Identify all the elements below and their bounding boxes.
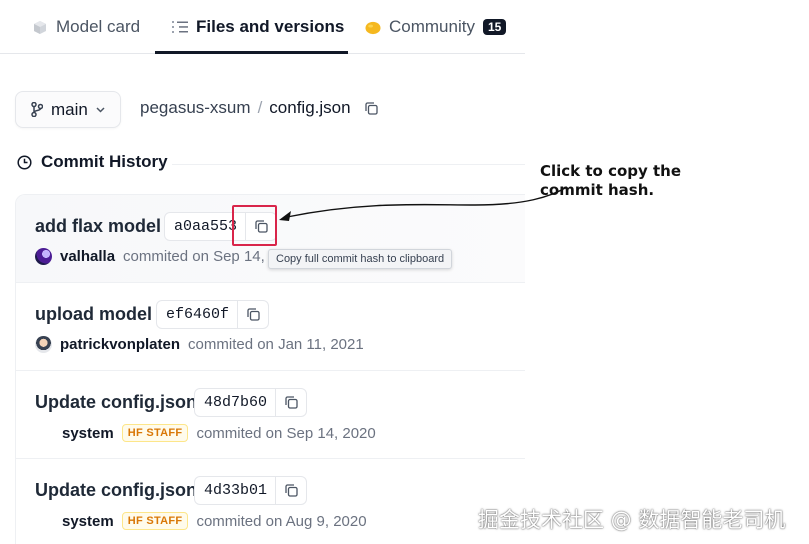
- repo-tabs: Model card Files and versions Community …: [0, 0, 525, 54]
- copy-hash-button[interactable]: [238, 301, 268, 328]
- tab-model-card[interactable]: Model card: [32, 0, 140, 54]
- commit-author[interactable]: system: [62, 513, 114, 530]
- copy-path-icon[interactable]: [364, 100, 380, 116]
- commit-row: Update config.json 4d33b01 system HF STA…: [16, 459, 525, 544]
- commit-author-row: system HF STAFF commited on Sep 14, 2020: [62, 424, 376, 442]
- active-tab-indicator: [155, 51, 348, 54]
- breadcrumb-separator: /: [257, 98, 263, 117]
- copy-icon: [284, 484, 298, 497]
- commit-hash[interactable]: 4d33b01: [195, 477, 277, 504]
- commit-hash[interactable]: 48d7b60: [195, 389, 277, 416]
- tab-community[interactable]: Community 15: [365, 0, 507, 54]
- breadcrumb-repo[interactable]: pegasus-xsum: [140, 98, 251, 118]
- commit-list: add flax model a0aa553 valhalla commited…: [15, 194, 525, 544]
- avatar: [35, 248, 52, 265]
- tab-files-and-versions[interactable]: Files and versions: [172, 0, 344, 54]
- commit-author[interactable]: valhalla: [60, 248, 115, 265]
- tab-model-card-label: Model card: [56, 17, 141, 36]
- branch-icon: [31, 102, 43, 117]
- commit-author[interactable]: system: [62, 425, 114, 442]
- commit-author-row: patrickvonplaten commited on Jan 11, 202…: [35, 336, 364, 353]
- commit-hash-box: 4d33b01: [194, 476, 308, 505]
- avatar: [35, 336, 52, 353]
- breadcrumb: pegasus-xsum / config.json: [140, 98, 380, 118]
- commit-title[interactable]: upload model: [35, 304, 152, 325]
- commit-author-row: system HF STAFF commited on Aug 9, 2020: [62, 512, 367, 530]
- chevron-down-icon: [96, 106, 105, 113]
- copy-button-highlight: [232, 205, 277, 246]
- copy-icon: [246, 308, 260, 321]
- community-icon: [365, 19, 381, 35]
- breadcrumb-file: config.json: [269, 98, 351, 117]
- commit-date: commited on Aug 9, 2020: [196, 512, 367, 530]
- commit-title[interactable]: Update config.json: [35, 480, 197, 501]
- annotation-line-1: Click to copy the: [540, 162, 682, 180]
- tab-files-label: Files and versions: [196, 17, 345, 36]
- clock-icon: [17, 154, 32, 170]
- commit-row: Update config.json 48d7b60 system HF STA…: [16, 371, 525, 459]
- commit-date: commited on Sep 14, 2020: [196, 424, 376, 442]
- branch-label: main: [51, 99, 88, 119]
- annotation-line-2: commit hash.: [540, 181, 655, 199]
- watermark: 掘金技术社区 @ 数据智能老司机: [478, 508, 786, 532]
- commit-date: commited on Jan 11, 2021: [188, 336, 364, 353]
- commit-hash-box: 48d7b60: [194, 388, 308, 417]
- commit-date: commited on Sep 14, 2: [123, 248, 278, 265]
- copy-hash-button[interactable]: [276, 389, 306, 416]
- community-count-badge: 15: [482, 19, 507, 35]
- commit-author[interactable]: patrickvonplaten: [60, 336, 180, 353]
- commit-history-title: Commit History: [41, 152, 168, 171]
- commit-history-header: Commit History: [17, 152, 168, 172]
- commit-hash-box: ef6460f: [156, 300, 270, 329]
- files-icon: [172, 19, 188, 35]
- hf-staff-badge: HF STAFF: [121, 424, 189, 442]
- commit-hash[interactable]: ef6460f: [157, 301, 239, 328]
- commit-author-row: valhalla commited on Sep 14, 2: [35, 248, 277, 265]
- copy-tooltip: Copy full commit hash to clipboard: [268, 249, 453, 269]
- commit-title[interactable]: add flax model: [35, 216, 161, 237]
- tab-community-label: Community: [389, 17, 475, 36]
- commit-title[interactable]: Update config.json: [35, 392, 197, 413]
- annotation-note: Click to copy the commit hash.: [540, 162, 681, 200]
- hf-staff-badge: HF STAFF: [121, 512, 189, 530]
- commit-row: upload model ef6460f patrickvonplaten co…: [16, 283, 525, 371]
- cube-icon: [32, 19, 48, 35]
- copy-icon: [284, 396, 298, 409]
- header-divider: [172, 164, 525, 165]
- annotation-arrow: [279, 186, 568, 221]
- copy-hash-button[interactable]: [276, 477, 306, 504]
- branch-selector[interactable]: main: [15, 91, 121, 128]
